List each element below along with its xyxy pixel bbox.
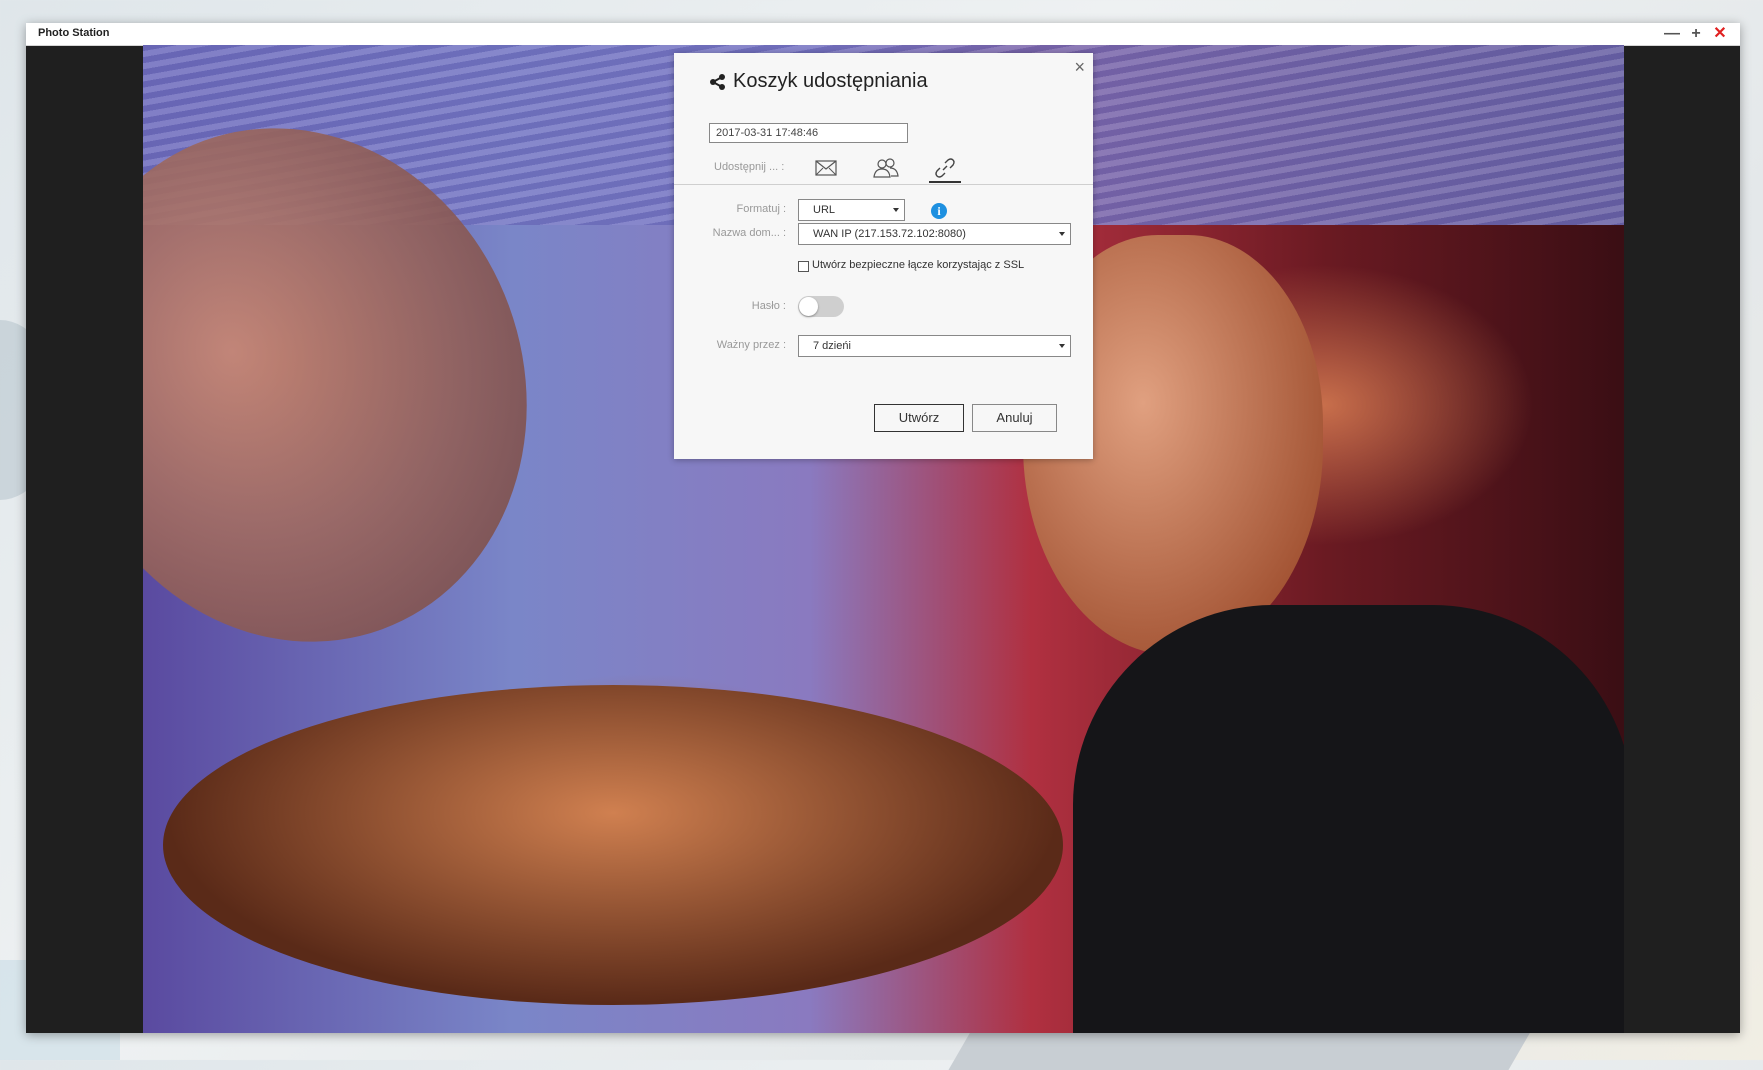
maximize-icon[interactable]: + [1686,24,1706,44]
domain-value: WAN IP (217.153.72.102:8080) [813,228,966,240]
ssl-checkbox[interactable] [798,261,809,272]
dialog-close-button[interactable]: × [1074,57,1085,77]
cancel-button[interactable]: Anuluj [972,404,1057,432]
chevron-down-icon [1059,232,1065,236]
domain-select[interactable]: WAN IP (217.153.72.102:8080) [798,223,1071,245]
link-icon [935,158,955,178]
window-title: Photo Station [38,27,110,39]
share-via-label: Udostępnij ... : [714,161,785,173]
tab-divider [674,184,1093,185]
users-icon [873,158,899,178]
password-toggle[interactable] [798,296,844,317]
toggle-knob [799,297,818,316]
tab-users[interactable] [870,155,902,181]
tab-link[interactable] [929,155,961,183]
chevron-down-icon [893,208,899,212]
info-icon[interactable]: i [931,203,947,219]
share-name-input[interactable] [709,123,908,143]
domain-label: Nazwa dom... : [712,227,786,239]
dialog-title-text: Koszyk udostępniania [733,70,928,92]
format-select[interactable]: URL [798,199,905,221]
create-button[interactable]: Utwórz [874,404,964,432]
valid-for-select[interactable]: 7 dzieńi [798,335,1071,357]
valid-for-value: 7 dzieńi [813,340,851,352]
dialog-title: Koszyk udostępniania [709,70,928,93]
photo-content [163,685,1063,1005]
photo-content [1073,605,1624,1033]
desktop-decor [948,1030,1532,1070]
close-icon[interactable]: ✕ [1710,24,1730,44]
minimize-icon[interactable]: — [1662,24,1682,44]
password-label: Hasło : [751,300,786,312]
email-icon [815,160,837,176]
tab-email[interactable] [810,155,842,181]
share-dialog: × Koszyk udostępniania Udostępnij ... : [674,53,1093,459]
share-icon [710,73,725,90]
ssl-label: Utwórz bezpieczne łącze korzystając z SS… [812,259,1025,271]
chevron-down-icon [1059,344,1065,348]
valid-for-label: Ważny przez : [716,339,786,351]
format-label: Formatuj : [736,203,786,215]
window-titlebar: Photo Station — + ✕ [26,23,1740,46]
format-value: URL [813,204,836,216]
